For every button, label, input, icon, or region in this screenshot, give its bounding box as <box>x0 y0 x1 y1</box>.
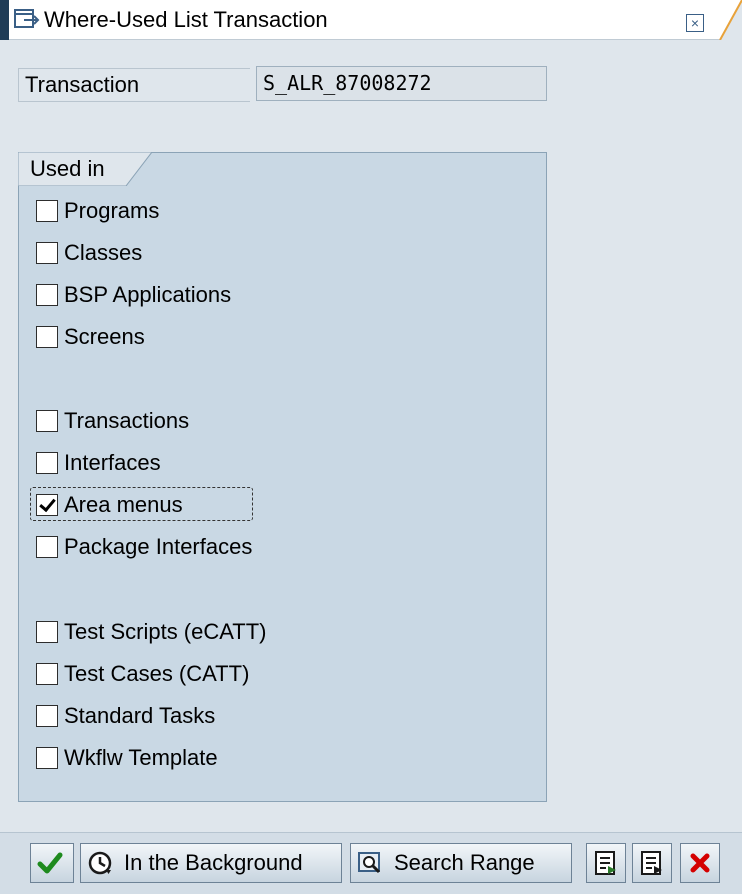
dialog-title: Where-Used List Transaction <box>44 7 328 32</box>
checkbox-box[interactable] <box>36 705 58 727</box>
checkbox-interfaces[interactable]: Interfaces <box>36 449 161 477</box>
cancel-icon <box>686 849 714 877</box>
clock-icon <box>86 849 114 877</box>
checkbox-label: Test Scripts (eCATT) <box>64 619 267 644</box>
group-title: Used in <box>30 156 105 181</box>
dialog-toolbar: In the Background Search Range <box>0 832 742 894</box>
checkbox-test-cases[interactable]: Test Cases (CATT) <box>36 660 249 688</box>
checkbox-bsp-applications[interactable]: BSP Applications <box>36 281 231 309</box>
checkbox-label: Programs <box>64 198 160 223</box>
search-range-button[interactable]: Search Range <box>350 843 572 883</box>
in-background-button[interactable]: In the Background <box>80 843 342 883</box>
select-all-button[interactable] <box>586 843 626 883</box>
transaction-value-field: S_ALR_87008272 <box>256 66 547 101</box>
checkbox-label: Package Interfaces <box>64 534 253 559</box>
checkbox-programs[interactable]: Programs <box>36 197 159 225</box>
checkbox-box-checked[interactable] <box>36 494 58 516</box>
checkbox-label: Transactions <box>64 408 190 433</box>
checkbox-label: Standard Tasks <box>64 703 216 728</box>
checkbox-wkflw-template[interactable]: Wkflw Template <box>36 744 218 772</box>
checkmark-icon <box>36 849 64 877</box>
search-range-label: Search Range <box>394 850 535 875</box>
title-accent-bar <box>0 0 9 40</box>
transaction-label: Transaction <box>18 68 250 102</box>
checkbox-box[interactable] <box>36 452 58 474</box>
checkbox-box[interactable] <box>36 200 58 222</box>
checkbox-area-menus[interactable]: Area menus <box>36 491 183 519</box>
checkbox-box[interactable] <box>36 663 58 685</box>
dialog-icon <box>14 8 40 30</box>
where-used-dialog: Where-Used List Transaction × Transactio… <box>0 0 742 894</box>
checkbox-label: Classes <box>64 240 143 265</box>
checkbox-label: Screens <box>64 324 145 349</box>
checkbox-label: Test Cases (CATT) <box>64 661 250 686</box>
title-bar: Where-Used List Transaction × <box>0 0 742 40</box>
checkbox-box[interactable] <box>36 621 58 643</box>
checkbox-box[interactable] <box>36 410 58 432</box>
checkbox-label: Area menus <box>64 492 183 517</box>
checkbox-box[interactable] <box>36 284 58 306</box>
checkbox-package-interfaces[interactable]: Package Interfaces <box>36 533 252 561</box>
checkbox-classes[interactable]: Classes <box>36 239 142 267</box>
checkbox-box[interactable] <box>36 747 58 769</box>
in-background-label: In the Background <box>124 850 303 875</box>
select-all-icon <box>592 849 620 877</box>
checkbox-label: BSP Applications <box>64 282 232 307</box>
checkbox-screens[interactable]: Screens <box>36 323 145 351</box>
continue-button[interactable] <box>30 843 74 883</box>
checkbox-label: Interfaces <box>64 450 161 475</box>
checkbox-label: Wkflw Template <box>64 745 218 770</box>
checkbox-box[interactable] <box>36 536 58 558</box>
title-bar-corner <box>719 0 742 40</box>
checkbox-test-scripts[interactable]: Test Scripts (eCATT) <box>36 618 267 646</box>
cancel-button[interactable] <box>680 843 720 883</box>
search-icon <box>356 849 384 877</box>
deselect-all-button[interactable] <box>632 843 672 883</box>
checkbox-transactions[interactable]: Transactions <box>36 407 189 435</box>
checkbox-standard-tasks[interactable]: Standard Tasks <box>36 702 215 730</box>
checkbox-box[interactable] <box>36 326 58 348</box>
deselect-all-icon <box>638 849 666 877</box>
checkbox-box[interactable] <box>36 242 58 264</box>
